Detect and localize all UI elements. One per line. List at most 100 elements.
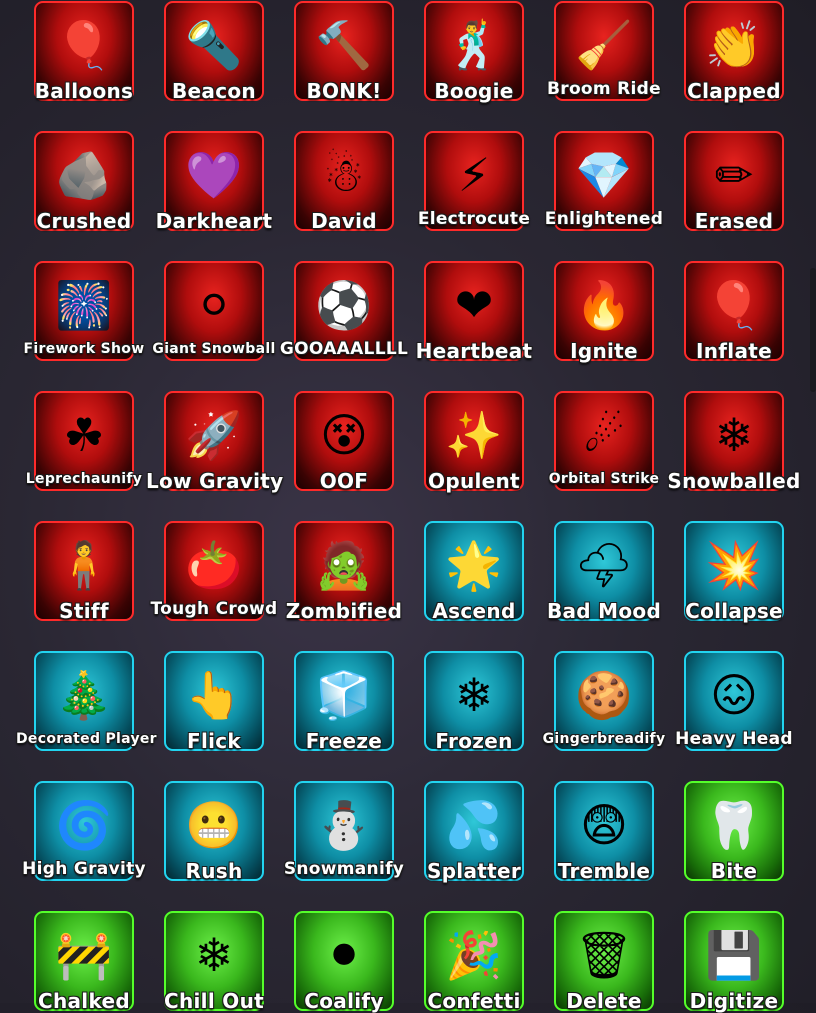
emote-label: Digitize (689, 989, 779, 1013)
coal-icon: ⚫ (324, 928, 364, 982)
emote-tile-electrocute[interactable]: ⚡ Electrocute (418, 131, 530, 231)
emote-tile-flick[interactable]: 👆 Flick (164, 651, 264, 753)
emote-label: Low Gravity (146, 469, 284, 493)
emote-tile-heartbeat[interactable]: ❤ Heartbeat (416, 261, 532, 363)
chalk-outline-icon: 🚧 (55, 928, 113, 982)
emote-tile-firework-show[interactable]: 🎆 Firework Show (24, 261, 144, 361)
emote-tile-crushed[interactable]: 🪨 Crushed (34, 131, 134, 233)
emote-label: Darkheart (155, 209, 273, 233)
emote-label: Flick (186, 729, 242, 753)
emote-label: Leprechaunify (25, 471, 143, 487)
high-gravity-icon: 🌀 (55, 798, 113, 852)
emote-tile-leprechaunify[interactable]: ☘ Leprechaunify (26, 391, 142, 491)
snowball-icon: ⚪ (194, 278, 234, 332)
emote-label: Inflate (696, 339, 772, 363)
snowflake-icon: ❄ (194, 928, 234, 982)
emote-label: Chalked (37, 989, 130, 1013)
rush-icon: 😬 (185, 798, 243, 852)
emote-label: Beacon (172, 79, 256, 103)
tremble-icon: 😨 (580, 798, 628, 852)
emote-tile-ascend[interactable]: 🌟 Ascend (424, 521, 524, 623)
storm-cloud-icon: 🌩 (574, 538, 634, 592)
emote-tile-tough-crowd[interactable]: 🍅 Tough Crowd (150, 521, 277, 621)
emote-label: Rush (185, 859, 243, 883)
emote-tile-bonk[interactable]: 🔨 BONK! (294, 1, 394, 103)
emote-tile-broom-ride[interactable]: 🧹 Broom Ride (547, 1, 661, 101)
scrollbar-thumb[interactable] (810, 268, 816, 392)
bite-icon: 🦷 (705, 798, 763, 852)
confetti-icon: 🎉 (445, 928, 503, 982)
snowballed-icon: ❄ (714, 408, 754, 462)
emote-tile-zombified[interactable]: 🧟 Zombified (286, 521, 402, 623)
emote-tile-erased[interactable]: ✏ Erased (684, 131, 784, 233)
emote-tile-delete[interactable]: 🗑 Delete (554, 911, 654, 1013)
emote-label: Giant Snowball (152, 341, 276, 357)
emote-tile-rush[interactable]: 😬 Rush (164, 781, 264, 883)
emote-label: Boogie (434, 79, 514, 103)
snowman-icon: ☃ (323, 148, 365, 202)
emote-tile-snowmanify[interactable]: ⛄ Snowmanify (284, 781, 404, 881)
emote-tile-digitize[interactable]: 💾 Digitize (684, 911, 784, 1013)
emote-label: Enlightened (544, 209, 664, 229)
emote-tile-collapse[interactable]: 💥 Collapse (684, 521, 784, 623)
inflate-icon: 🎈 (705, 278, 763, 332)
emote-tile-coalify[interactable]: ⚫ Coalify (294, 911, 394, 1013)
emote-tile-beacon[interactable]: 🔦 Beacon (164, 1, 264, 103)
boogie-icon: 🕺 (445, 18, 503, 72)
emote-tile-high-gravity[interactable]: 🌀 High Gravity (22, 781, 146, 881)
zombie-icon: 🧟 (315, 538, 373, 592)
emote-tile-darkheart[interactable]: 💜 Darkheart (156, 131, 272, 233)
emote-label: OOF (319, 469, 369, 493)
digitize-icon: 💾 (705, 928, 763, 982)
collapse-icon: 💥 (705, 538, 763, 592)
emote-tile-tremble[interactable]: 😨 Tremble (554, 781, 654, 883)
orbital-strike-icon: ☄ (583, 408, 625, 462)
beacon-icon: 🔦 (185, 18, 243, 72)
emote-tile-giant-snowball[interactable]: ⚪ Giant Snowball (152, 261, 275, 361)
emote-label: High Gravity (22, 859, 146, 879)
emote-tile-splatter[interactable]: 💦 Splatter (424, 781, 524, 883)
emote-tile-chalked[interactable]: 🚧 Chalked (34, 911, 134, 1013)
emote-label: Chill Out (164, 989, 264, 1013)
emote-label: Crushed (36, 209, 132, 233)
emote-tile-bad-mood[interactable]: 🌩 Bad Mood (547, 521, 661, 623)
emote-tile-low-gravity[interactable]: 🚀 Low Gravity (146, 391, 283, 493)
emote-grid: 🎈 Balloons 🔦 Beacon 🔨 BONK! 🕺 Boogie 🧹 Broom Ride… (0, 0, 816, 1013)
emote-tile-bite[interactable]: 🦷 Bite (684, 781, 784, 883)
emote-tile-inflate[interactable]: 🎈 Inflate (684, 261, 784, 363)
emote-tile-orbital-strike[interactable]: ☄ Orbital Strike (549, 391, 659, 491)
emote-tile-balloons[interactable]: 🎈 Balloons (34, 1, 134, 103)
clap-icon: 👏 (705, 18, 763, 72)
emote-tile-gingerbreadify[interactable]: 🍪 Gingerbreadify (543, 651, 665, 751)
emote-label: Collapse (685, 599, 783, 623)
emote-tile-freeze[interactable]: 🧊 Freeze (294, 651, 394, 753)
emote-tile-heavy-head[interactable]: 😖 Heavy Head (675, 651, 793, 751)
emote-tile-confetti[interactable]: 🎉 Confetti (424, 911, 524, 1013)
emote-tile-gooaaallll[interactable]: ⚽ GOOAAALLLL (280, 261, 408, 361)
emote-tile-enlightened[interactable]: 💎 Enlightened (545, 131, 663, 231)
emote-label: Heartbeat (415, 339, 533, 363)
emote-tile-clapped[interactable]: 👏 Clapped (684, 1, 784, 103)
emote-tile-frozen[interactable]: ❄ Frozen (424, 651, 524, 753)
heavy-head-icon: 😖 (710, 668, 758, 722)
emote-label: Opulent (428, 469, 520, 493)
emote-label: Coalify (304, 989, 384, 1013)
emote-tile-stiff[interactable]: 🧍 Stiff (34, 521, 134, 623)
emote-label: Broom Ride (547, 79, 661, 99)
emote-tile-boogie[interactable]: 🕺 Boogie (424, 1, 524, 103)
fire-icon: 🔥 (575, 278, 633, 332)
electrocute-icon: ⚡ (457, 148, 491, 202)
emote-tile-opulent[interactable]: ✨ Opulent (424, 391, 524, 493)
emote-tile-decorated-player[interactable]: 🎄 Decorated Player (16, 651, 157, 751)
darkheart-icon: 💜 (185, 148, 243, 202)
snowman-icon: ⛄ (315, 798, 373, 852)
emote-label: Firework Show (23, 341, 145, 357)
emote-tile-chill-out[interactable]: ❄ Chill Out (164, 911, 264, 1013)
emote-label: Bite (710, 859, 758, 883)
ascend-icon: 🌟 (445, 538, 503, 592)
emote-tile-oof[interactable]: 😵 OOF (294, 391, 394, 493)
emote-tile-david[interactable]: ☃ David (294, 131, 394, 233)
emote-tile-ignite[interactable]: 🔥 Ignite (554, 261, 654, 363)
emote-tile-snowballed[interactable]: ❄ Snowballed (667, 391, 800, 493)
emote-label: Snowmanify (283, 859, 405, 879)
